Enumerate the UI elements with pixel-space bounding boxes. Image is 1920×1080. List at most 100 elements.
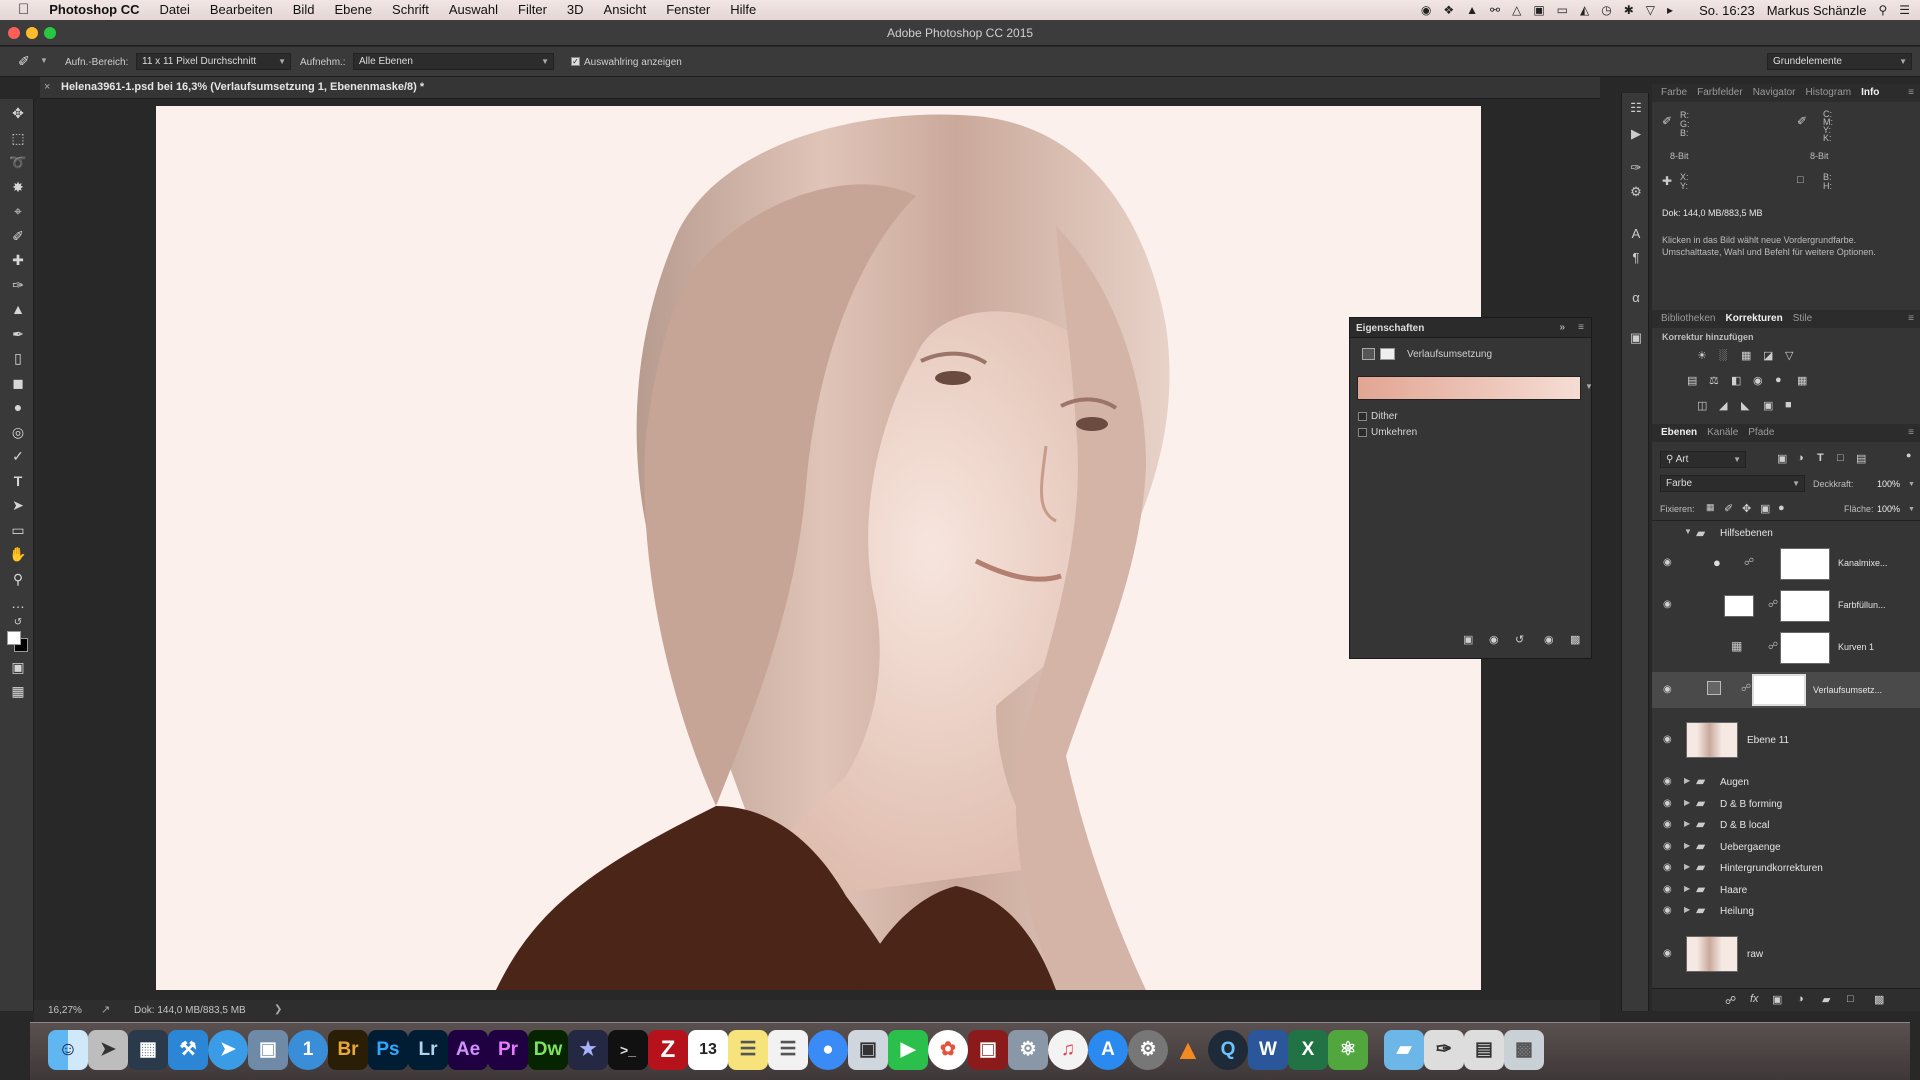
dock-folder[interactable]: ▰ [1384, 1030, 1424, 1070]
path-selection-tool-icon[interactable]: ➤ [8, 495, 28, 515]
layer-mask-thumbnail[interactable] [1780, 590, 1830, 622]
color-lookup-icon[interactable]: ▦ [1797, 374, 1807, 387]
dock-facetime[interactable]: ▶ [888, 1030, 928, 1070]
dock-bridge[interactable]: Br [328, 1030, 368, 1070]
chevron-right-icon[interactable]: ▶ [1684, 776, 1690, 785]
dock-evernote[interactable]: ⚛ [1328, 1030, 1368, 1070]
layer-group[interactable]: ◉ ▶ ▰ D & B forming [1652, 795, 1920, 813]
tab-pfade[interactable]: Pfade [1748, 424, 1774, 442]
opacity-value[interactable]: 100% [1877, 479, 1900, 489]
eye-icon[interactable]: ◉ [1663, 557, 1672, 568]
layer-mask-thumbnail[interactable] [1780, 548, 1830, 580]
screen-mode-icon[interactable]: ▦ [8, 681, 28, 701]
dock-after-effects[interactable]: Ae [448, 1030, 488, 1070]
dock-photoshop[interactable]: Ps [368, 1030, 408, 1070]
eye-icon[interactable]: ◉ [1663, 862, 1672, 873]
dock-messages[interactable]: ● [808, 1030, 848, 1070]
menu-bearbeiten[interactable]: Bearbeiten [200, 0, 283, 20]
type-tool-icon[interactable]: T [8, 471, 28, 491]
history-brush-tool-icon[interactable]: ✒ [8, 324, 28, 344]
menubar-user[interactable]: Markus Schänzle [1767, 3, 1867, 18]
layer-row[interactable]: ◉ ● ☍ Kanalmixe... [1652, 546, 1920, 580]
foreground-color-swatch[interactable] [7, 631, 21, 645]
dock-1password[interactable]: 1 [288, 1030, 328, 1070]
collapse-panel-icon[interactable]: » [1559, 322, 1565, 333]
tab-farbe[interactable]: Farbe [1661, 84, 1687, 102]
fill-value[interactable]: 100% [1877, 504, 1900, 514]
clip-to-layer-icon[interactable]: ▣ [1463, 633, 1473, 646]
dock-brushes[interactable]: ✑ [1424, 1030, 1464, 1070]
channel-mixer-icon[interactable]: ● [1775, 374, 1782, 386]
add-mask-icon[interactable]: ▣ [1772, 993, 1782, 1006]
dock-word[interactable]: W [1248, 1030, 1288, 1070]
layer-filter-select[interactable]: ⚲ Art ▼ [1660, 451, 1746, 468]
dock-notes[interactable]: ☰ [728, 1030, 768, 1070]
dock-itunes[interactable]: ♫ [1048, 1030, 1088, 1070]
layer-group[interactable]: ◉ ▶ ▰ Augen [1652, 773, 1920, 791]
dock-system-preferences[interactable]: ⚙ [1128, 1030, 1168, 1070]
bluetooth-icon[interactable]: ✱ [1624, 3, 1634, 17]
levels-icon[interactable]: ░ [1719, 349, 1727, 361]
tool-presets-panel-icon[interactable]: ▣ [1627, 329, 1645, 347]
menu-ansicht[interactable]: Ansicht [594, 0, 657, 20]
app-menu[interactable]: Photoshop CC [39, 0, 149, 20]
dock-photo-booth[interactable]: ▣ [968, 1030, 1008, 1070]
dock-lightroom[interactable]: Lr [408, 1030, 448, 1070]
tab-farbfelder[interactable]: Farbfelder [1697, 84, 1743, 102]
record-icon[interactable]: ◉ [1421, 3, 1431, 17]
layer-row-selected[interactable]: ◉ ☍ Verlaufsumsetz... [1652, 672, 1920, 708]
vibrance-icon[interactable]: ▽ [1785, 349, 1793, 362]
new-adjustment-icon[interactable]: ◑ [1797, 993, 1804, 1005]
zoom-tool-icon[interactable]: ⚲ [8, 569, 28, 589]
tab-navigator[interactable]: Navigator [1753, 84, 1796, 102]
vlc-menu-icon[interactable]: △ [1512, 3, 1521, 17]
drive-icon[interactable]: ▲ [1466, 3, 1478, 17]
trash-icon[interactable]: ▩ [1874, 993, 1884, 1006]
zoom-level[interactable]: 16,27% [48, 1005, 82, 1016]
tab-info[interactable]: Info [1861, 84, 1879, 102]
dock-preview[interactable]: ▣ [248, 1030, 288, 1070]
chevron-right-icon[interactable]: ▶ [1684, 862, 1690, 871]
eye-icon[interactable]: ◉ [1663, 599, 1672, 610]
time-machine-icon[interactable]: ◷ [1601, 3, 1611, 17]
eyedropper-tool-icon[interactable]: ✐ [18, 53, 30, 70]
trash-icon[interactable]: ▩ [1570, 633, 1580, 646]
layer-group[interactable]: ◉ ▶ ▰ Haare [1652, 881, 1920, 899]
eye-icon[interactable]: ◉ [1663, 905, 1672, 916]
menu-ebene[interactable]: Ebene [324, 0, 382, 20]
dodge-tool-icon[interactable]: ◎ [8, 422, 28, 442]
clone-stamp-tool-icon[interactable]: ▲ [8, 299, 28, 319]
sample-from-select[interactable]: Alle Ebenen ▼ [353, 53, 554, 70]
dock-launchpad[interactable]: ➤ [88, 1030, 128, 1070]
threshold-icon[interactable]: ◣ [1741, 399, 1749, 412]
quick-mask-icon[interactable]: ▣ [8, 657, 28, 677]
layer-group[interactable]: ◉ ▶ ▰ Hintergrundkorrekturen [1652, 859, 1920, 877]
dock-screenshots[interactable]: ▤ [1464, 1030, 1504, 1070]
filter-adjustment-icon[interactable]: ◑ [1797, 452, 1804, 464]
close-tab-icon[interactable]: × [44, 81, 50, 93]
rectangle-tool-icon[interactable]: ▭ [8, 520, 28, 540]
reset-icon[interactable]: ↺ [1515, 633, 1524, 646]
color-balance-icon[interactable]: ⚖ [1709, 374, 1719, 387]
dock-photos[interactable]: ✿ [928, 1030, 968, 1070]
brush-presets-panel-icon[interactable]: ✑ [1627, 159, 1645, 177]
move-tool-icon[interactable]: ✥ [8, 103, 28, 123]
tab-ebenen[interactable]: Ebenen [1661, 424, 1697, 442]
layer-group[interactable]: ◉ ▶ ▰ Heilung [1652, 902, 1920, 920]
filter-smart-object-icon[interactable]: ▤ [1856, 452, 1866, 465]
layer-row[interactable]: ◉ Ebene 11 [1652, 722, 1920, 758]
eye-icon[interactable]: ◉ [1663, 841, 1672, 852]
dock-safari[interactable]: ➤ [208, 1030, 248, 1070]
chevron-right-icon[interactable]: ▶ [1684, 798, 1690, 807]
panel-menu-icon[interactable]: ≡ [1578, 322, 1584, 333]
reverse-checkbox[interactable] [1358, 428, 1367, 437]
dock-calendar[interactable]: 13 [688, 1030, 728, 1070]
dock-photos-app[interactable]: ▣ [848, 1030, 888, 1070]
creative-cloud-icon[interactable]: ⚯ [1490, 3, 1500, 17]
workspace-select[interactable]: Grundelemente ▼ [1767, 53, 1912, 70]
layer-mask-thumbnail[interactable] [1752, 674, 1806, 706]
new-layer-icon[interactable]: □ [1847, 993, 1854, 1005]
dock-reminders[interactable]: ☰ [768, 1030, 808, 1070]
chevron-down-icon[interactable]: ▼ [1684, 527, 1692, 536]
dock-finder[interactable]: ☺ [48, 1030, 88, 1070]
